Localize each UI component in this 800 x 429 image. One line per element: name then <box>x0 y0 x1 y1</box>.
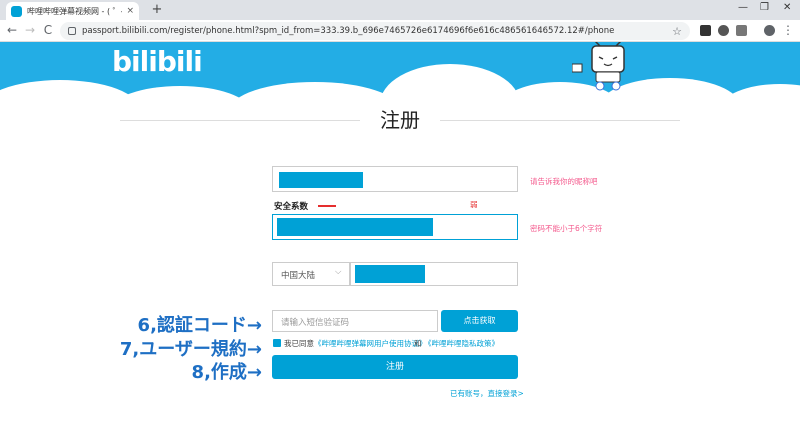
phone-field[interactable] <box>350 262 518 286</box>
extension-icon[interactable] <box>718 25 729 36</box>
bilibili-logo[interactable]: bilibili <box>112 45 203 78</box>
browser-tab[interactable]: 哔哩哔哩弹幕视频网 - ( ゜- ゜)つロ × <box>6 2 139 20</box>
tab-title: 哔哩哔哩弹幕视频网 - ( ゜- ゜)つロ <box>27 6 123 16</box>
get-code-button[interactable]: 点击获取 <box>441 310 518 332</box>
register-button[interactable]: 注册 <box>272 355 518 379</box>
extension-icon[interactable] <box>700 25 711 36</box>
page-title: 注册 <box>360 104 440 133</box>
agree-and: 和 <box>414 339 422 348</box>
privacy-link[interactable]: 《哔哩哔哩隐私政策》 <box>424 338 499 349</box>
sms-code-input: 请输入短信验证码 <box>281 318 350 328</box>
header-banner: bilibili <box>0 42 800 100</box>
terms-link[interactable]: 《哔哩哔哩弹幕网用户使用协议》 <box>314 338 427 349</box>
tab-close-icon[interactable]: × <box>126 6 134 16</box>
region-value: 中国大陆 <box>281 271 316 281</box>
browser-toolbar: ← → C passport.bilibili.com/register/pho… <box>0 20 800 42</box>
tv-mascot-icon <box>572 42 625 91</box>
minimize-button[interactable]: — <box>738 2 748 13</box>
chevron-down-icon: ⌵ <box>335 267 342 277</box>
cloud-decoration <box>720 84 800 100</box>
password-hint: 密码不能小于6个字符 <box>530 224 603 233</box>
bilibili-favicon-icon <box>11 5 22 17</box>
password-field[interactable] <box>272 214 518 240</box>
cloud-decoration <box>230 82 400 100</box>
nickname-hint: 请告诉我你的昵称吧 <box>530 177 598 186</box>
strength-bar <box>318 205 336 207</box>
cloud-decoration <box>380 64 520 100</box>
cloud-decoration <box>0 80 140 100</box>
nickname-field[interactable] <box>272 166 518 192</box>
sms-code-field[interactable]: 请输入短信验证码 <box>272 310 438 332</box>
agree-prefix: 我已同意 <box>284 339 314 348</box>
extension-icon[interactable] <box>736 25 747 36</box>
tab-bar: 哔哩哔哩弹幕视频网 - ( ゜- ゜)つロ × + — ❐ ✕ <box>0 0 800 20</box>
redacted-value <box>277 218 433 236</box>
annotation-step8: 8,作成→ <box>191 362 262 383</box>
login-link[interactable]: 已有账号，直接登录> <box>450 388 524 399</box>
region-select[interactable]: 中国大陆 ⌵ <box>272 262 350 286</box>
agree-checkbox[interactable] <box>273 339 281 347</box>
security-label: 安全系数 <box>274 202 309 212</box>
maximize-button[interactable]: ❐ <box>760 2 769 13</box>
forward-button[interactable]: → <box>22 23 38 37</box>
new-tab-button[interactable]: + <box>148 2 166 18</box>
lock-icon <box>68 27 76 35</box>
address-bar[interactable]: passport.bilibili.com/register/phone.htm… <box>60 22 690 40</box>
menu-button[interactable]: ⋮ <box>780 23 796 37</box>
strength-level: 弱 <box>470 200 478 209</box>
redacted-value <box>279 172 363 188</box>
back-button[interactable]: ← <box>4 23 20 37</box>
close-window-button[interactable]: ✕ <box>783 2 791 13</box>
bookmark-star-icon[interactable]: ☆ <box>672 25 682 38</box>
profile-avatar-icon[interactable] <box>764 25 775 36</box>
annotation-step6: 6,認証コード→ <box>137 315 262 336</box>
reload-button[interactable]: C <box>40 23 56 37</box>
url-text: passport.bilibili.com/register/phone.htm… <box>82 26 615 36</box>
redacted-value <box>355 265 425 283</box>
cloud-decoration <box>110 86 250 100</box>
